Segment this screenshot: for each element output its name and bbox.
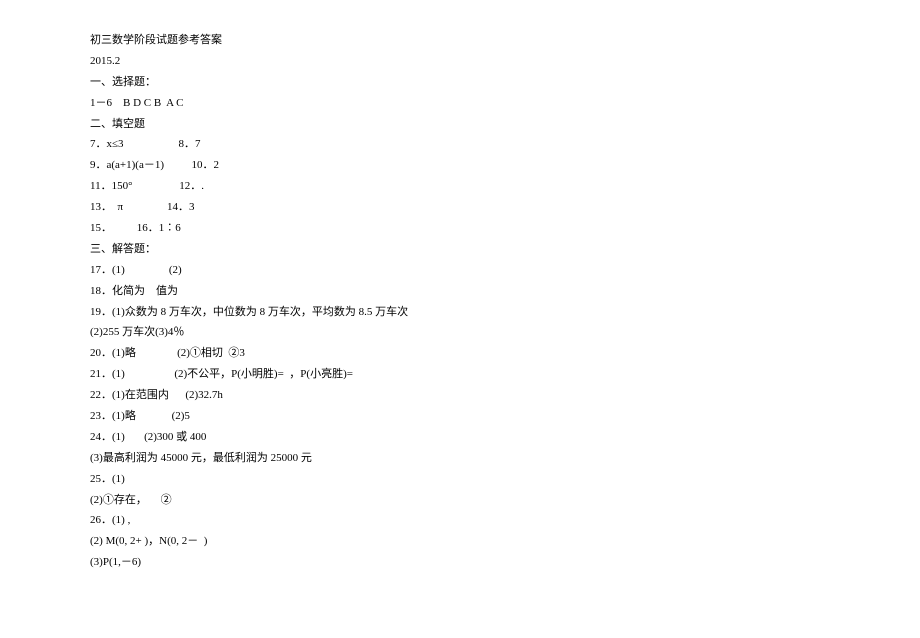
section-3-header: 三、解答题：: [90, 239, 920, 260]
document-content: 初三数学阶段试题参考答案 2015.2 一、选择题： 1－6 B D C B A…: [90, 30, 920, 573]
answer-line: 19．(1)众数为 8 万车次，中位数为 8 万车次，平均数为 8.5 万车次: [90, 302, 920, 323]
answer-line: 11．150° 12．.: [90, 176, 920, 197]
answer-line: (2)255 万车次(3)4％: [90, 322, 920, 343]
answer-line: 7．x≤3 8．7: [90, 134, 920, 155]
answer-line: (2) M(0, 2+ )，N(0, 2－ ): [90, 531, 920, 552]
answer-line: 18．化简为 值为: [90, 281, 920, 302]
answer-line: 13． π 14．3: [90, 197, 920, 218]
answer-line: 21．(1) (2)不公平，P(小明胜)= ，P(小亮胜)=: [90, 364, 920, 385]
answer-line: 26．(1) ,: [90, 510, 920, 531]
answer-line: 15． 16．1∶6: [90, 218, 920, 239]
answer-line: (3)P(1,－6): [90, 552, 920, 573]
answer-line: 1－6 B D C B A C: [90, 93, 920, 114]
title-line: 初三数学阶段试题参考答案: [90, 30, 920, 51]
answer-line: (3)最高利润为 45000 元，最低利润为 25000 元: [90, 448, 920, 469]
answer-line: 23．(1)略 (2)5: [90, 406, 920, 427]
answer-line: (2)①存在， ②: [90, 490, 920, 511]
answer-line: 24．(1) (2)300 或 400: [90, 427, 920, 448]
answer-line: 25．(1): [90, 469, 920, 490]
answer-line: 17．(1) (2): [90, 260, 920, 281]
section-2-header: 二、填空题: [90, 114, 920, 135]
section-1-header: 一、选择题：: [90, 72, 920, 93]
date-line: 2015.2: [90, 51, 920, 72]
answer-line: 22．(1)在范围内 (2)32.7h: [90, 385, 920, 406]
answer-line: 20．(1)略 (2)①相切 ②3: [90, 343, 920, 364]
answer-line: 9．a(a+1)(a－1) 10．2: [90, 155, 920, 176]
